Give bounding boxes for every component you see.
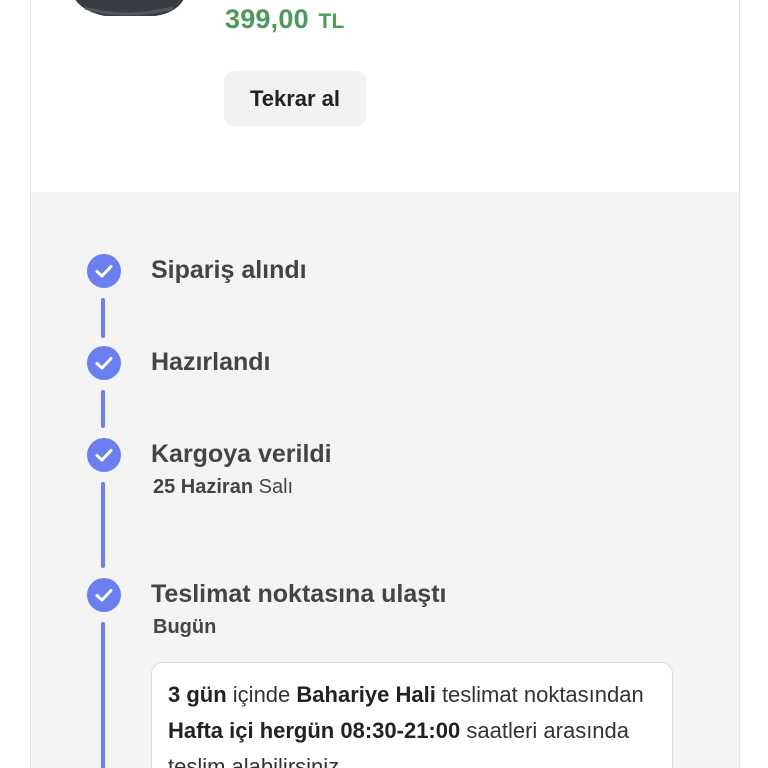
step-title-shipped: Kargoya verildi xyxy=(151,440,332,468)
price-value: 399,00 xyxy=(225,4,309,34)
order-tracking-timeline: Sipariş alındı Hazırlandı Kargoya verild… xyxy=(31,192,739,768)
pickup-text-1: içinde xyxy=(232,682,291,707)
rebuy-button[interactable]: Tekrar al xyxy=(224,71,366,126)
step-date-weekday: Salı xyxy=(258,476,294,498)
check-circle-icon xyxy=(87,346,121,380)
pickup-days: 3 gün xyxy=(168,682,227,707)
step-date-bold: Bugün xyxy=(153,616,217,638)
pickup-hours: Hafta içi hergün 08:30-21:00 xyxy=(168,718,461,743)
step-title-ordered: Sipariş alındı xyxy=(151,256,307,284)
product-image xyxy=(75,0,184,16)
pickup-text-2: teslimat noktasından xyxy=(441,682,644,707)
step-title-at-pickup-point: Teslimat noktasına ulaştı xyxy=(151,580,447,608)
price-currency: TL xyxy=(318,10,345,33)
check-circle-icon xyxy=(87,254,121,288)
step-date-bold: 25 Haziran xyxy=(153,476,254,498)
step-title-prepared: Hazırlandı xyxy=(151,348,271,376)
pickup-info-box: 3 gün içinde Bahariye Hali teslimat nokt… xyxy=(151,662,673,768)
step-date-at-pickup-point: Bugün xyxy=(153,616,216,639)
timeline-connector xyxy=(101,482,105,568)
check-circle-icon xyxy=(87,578,121,612)
step-date-shipped: 25 Haziran Salı xyxy=(153,476,293,499)
timeline-connector xyxy=(101,298,105,338)
product-price: 399,00 TL xyxy=(225,4,345,35)
check-circle-icon xyxy=(87,438,121,472)
order-card: 399,00 TL Tekrar al Sipariş alındı Hazır… xyxy=(30,0,740,768)
timeline-connector xyxy=(101,390,105,428)
pickup-point-name: Bahariye Hali xyxy=(296,682,436,707)
pickup-info-text: 3 gün içinde Bahariye Hali teslimat nokt… xyxy=(168,677,658,768)
timeline-connector xyxy=(101,622,105,768)
